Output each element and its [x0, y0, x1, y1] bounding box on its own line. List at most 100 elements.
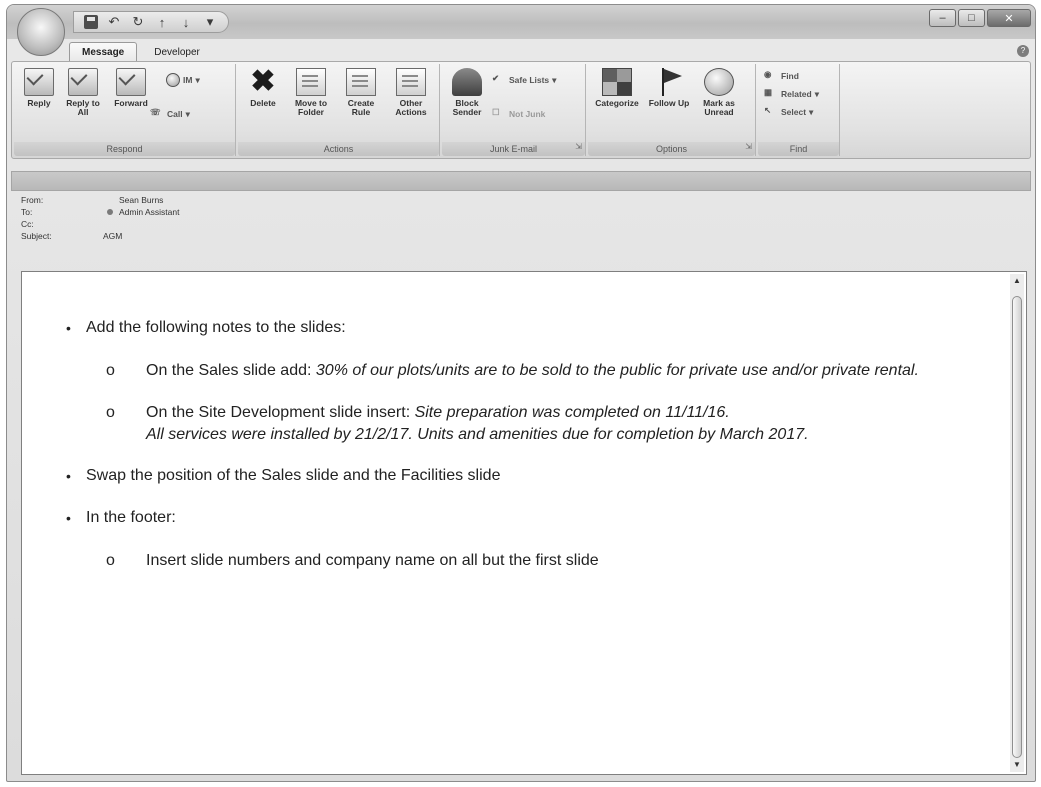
actions-group: ✖ Delete Move to Folder Create Rule Othe… — [238, 64, 440, 156]
related-label: Related — [781, 89, 812, 99]
flag-icon — [654, 68, 684, 96]
safe-lists-button[interactable]: ✔ Safe Lists ▾ — [492, 72, 556, 88]
other-actions-label: Other Actions — [395, 98, 427, 117]
move-to-folder-button[interactable]: Move to Folder — [288, 68, 334, 117]
subject-row: Subject: AGM — [21, 231, 1021, 242]
sub-item-prefix: On the Sales slide add: — [146, 362, 316, 379]
related-icon: ▦ — [764, 87, 773, 97]
subject-label: Subject: — [21, 231, 52, 241]
minimize-button[interactable]: – — [929, 9, 956, 27]
scrollbar-thumb[interactable] — [1012, 296, 1022, 758]
sub-list-item: o On the Sales slide add: 30% of our plo… — [66, 360, 986, 382]
save-icon[interactable] — [84, 15, 98, 29]
help-icon[interactable]: ? — [1017, 45, 1029, 57]
close-button[interactable]: ✕ — [987, 9, 1031, 27]
call-button[interactable]: ☏ Call ▾ — [150, 106, 190, 122]
sub-item-italic: Site preparation was completed on 11/11/… — [414, 404, 730, 421]
to-value[interactable]: Admin Assistant — [119, 207, 179, 217]
up-arrow-icon[interactable]: ↑ — [154, 14, 170, 30]
message-window: ↶ ↻ ↑ ↓ ▾ – □ ✕ Message Developer ? Repl… — [6, 4, 1036, 782]
forward-button[interactable]: Forward — [108, 68, 154, 108]
dialog-launcher-icon[interactable]: ⇲ — [575, 140, 582, 154]
chevron-down-icon: ▾ — [809, 106, 814, 117]
respond-group-label: Respond — [14, 142, 235, 156]
dialog-launcher-icon[interactable]: ⇲ — [745, 140, 752, 154]
move-to-folder-icon — [296, 68, 326, 96]
ribbon-tabs: Message Developer — [69, 42, 213, 62]
customize-icon[interactable]: ▾ — [202, 14, 218, 30]
follow-up-button[interactable]: Follow Up — [646, 68, 692, 108]
sub-item-italic: 30% of our plots/units are to be sold to… — [315, 362, 919, 379]
forward-label: Forward — [114, 98, 148, 108]
undo-icon[interactable]: ↶ — [106, 14, 122, 30]
call-label: Call — [167, 109, 183, 119]
message-header: From: Sean Burns To: Admin Assistant Cc:… — [21, 195, 1021, 243]
im-label: IM — [183, 75, 193, 85]
sub-item-text: Insert slide numbers and company name on… — [146, 552, 599, 569]
tab-developer[interactable]: Developer — [141, 42, 213, 62]
scroll-down-arrow-icon[interactable]: ▼ — [1010, 758, 1024, 772]
not-junk-icon: ☐ — [492, 107, 500, 117]
delete-icon: ✖ — [250, 65, 276, 98]
not-junk-label: Not Junk — [509, 109, 546, 119]
im-icon — [166, 73, 180, 87]
create-rule-label: Create Rule — [347, 98, 375, 117]
delete-label: Delete — [250, 98, 276, 108]
subject-value: AGM — [103, 231, 123, 241]
create-rule-icon — [346, 68, 376, 96]
tab-message[interactable]: Message — [69, 42, 138, 62]
safe-lists-label: Safe Lists — [509, 75, 550, 85]
vertical-scrollbar[interactable]: ▲ ▼ — [1010, 274, 1024, 772]
find-label: Find — [781, 71, 799, 81]
ribbon: Reply Reply to All Forward IM ▾ ☏ Call ▾… — [11, 61, 1031, 159]
chevron-down-icon: ▾ — [185, 108, 190, 119]
block-sender-button[interactable]: Block Sender — [444, 68, 490, 117]
message-body[interactable]: Add the following notes to the slides: o… — [21, 271, 1027, 775]
sub-bullet-marker: o — [106, 404, 115, 421]
sub-list-item: o On the Site Development slide insert: … — [66, 402, 986, 446]
sub-bullet-marker: o — [106, 362, 115, 379]
reply-all-button[interactable]: Reply to All — [60, 68, 106, 117]
list-item: Add the following notes to the slides: — [66, 318, 986, 338]
categorize-button[interactable]: Categorize — [594, 68, 640, 108]
move-to-folder-label: Move to Folder — [294, 98, 328, 117]
select-button[interactable]: ↖ Select ▾ — [764, 104, 813, 120]
list-item: Swap the position of the Sales slide and… — [66, 466, 986, 486]
to-row: To: Admin Assistant — [21, 207, 1021, 218]
im-button[interactable]: IM ▾ — [166, 72, 200, 88]
delete-button[interactable]: ✖ Delete — [240, 65, 286, 108]
from-value[interactable]: Sean Burns — [119, 195, 163, 205]
mark-as-unread-icon — [704, 68, 734, 96]
scroll-up-arrow-icon[interactable]: ▲ — [1010, 274, 1024, 288]
cursor-icon: ↖ — [764, 105, 772, 115]
create-rule-button[interactable]: Create Rule — [338, 68, 384, 117]
reply-button[interactable]: Reply — [16, 68, 62, 108]
bullet-text: Swap the position of the Sales slide and… — [86, 467, 501, 484]
down-arrow-icon[interactable]: ↓ — [178, 14, 194, 30]
from-row: From: Sean Burns — [21, 195, 1021, 206]
reply-icon — [24, 68, 54, 96]
phone-icon: ☏ — [150, 107, 161, 117]
chevron-down-icon: ▾ — [195, 74, 200, 85]
find-group-label: Find — [758, 142, 839, 156]
actions-group-label: Actions — [238, 142, 439, 156]
select-label: Select — [781, 107, 807, 117]
presence-icon — [107, 209, 113, 215]
not-junk-button[interactable]: ☐ Not Junk — [492, 106, 545, 122]
junk-email-group-label: Junk E-mail ⇲ — [442, 142, 585, 156]
office-button[interactable] — [17, 8, 65, 56]
bullet-text: In the footer: — [86, 509, 176, 526]
find-button[interactable]: ◉ Find — [764, 68, 799, 84]
options-group-label: Options ⇲ — [588, 142, 755, 156]
other-actions-button[interactable]: Other Actions — [388, 68, 434, 117]
related-button[interactable]: ▦ Related ▾ — [764, 86, 819, 102]
reply-all-label: Reply to All — [66, 98, 100, 117]
quick-access-toolbar: ↶ ↻ ↑ ↓ ▾ — [73, 11, 229, 33]
mark-as-unread-button[interactable]: Mark as Unread — [696, 68, 742, 117]
sub-bullet-marker: o — [106, 552, 115, 569]
info-bar — [11, 171, 1031, 191]
bullet-text: Add the following notes to the slides: — [86, 319, 346, 336]
redo-icon[interactable]: ↻ — [130, 14, 146, 30]
maximize-button[interactable]: □ — [958, 9, 985, 27]
block-sender-icon — [452, 68, 482, 96]
